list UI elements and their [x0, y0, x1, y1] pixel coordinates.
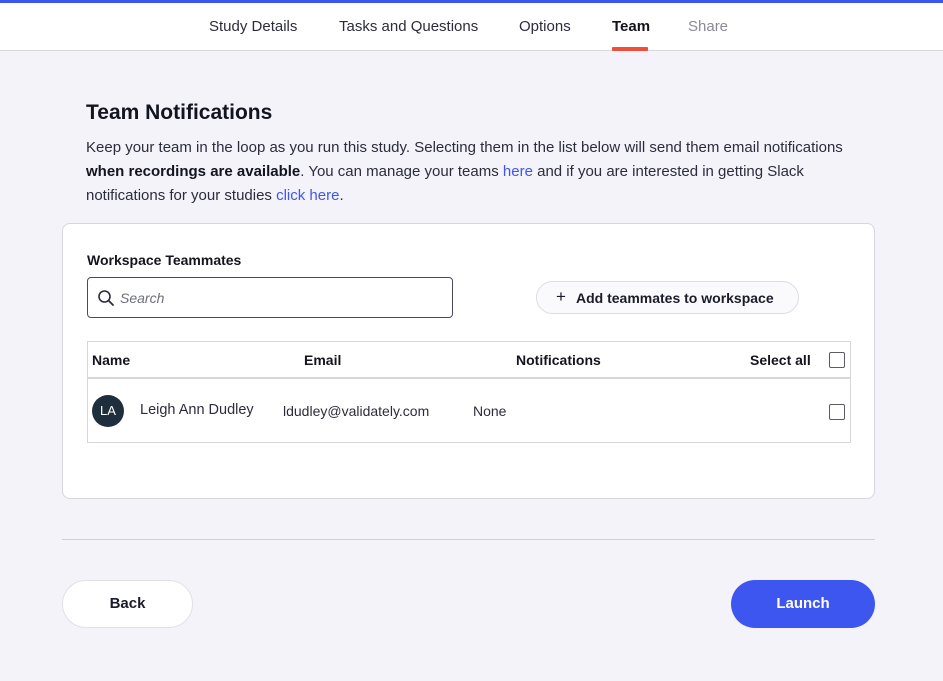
back-button[interactable]: Back [62, 580, 193, 628]
search-input[interactable] [120, 286, 440, 310]
intro-text-part: Keep your team in the loop as you run th… [86, 139, 843, 156]
workspace-teammates-label: Workspace Teammates [87, 252, 242, 268]
manage-teams-link[interactable]: here [503, 163, 533, 180]
teammate-email: ldudley@validately.com [283, 403, 430, 419]
tab-options[interactable]: Options [519, 18, 571, 35]
footer-divider [62, 539, 875, 540]
slack-notifications-link[interactable]: click here [276, 187, 339, 204]
intro-text-part: . You can manage your teams [300, 163, 503, 180]
intro-bold-text: when recordings are available [86, 163, 301, 180]
header-email: Email [304, 352, 342, 368]
workspace-teammates-card: Workspace Teammates + Add teammates to w… [62, 223, 875, 499]
header-select-all: Select all [750, 352, 811, 368]
active-tab-indicator [612, 47, 648, 51]
table-header: Name Email Notifications Select all [88, 342, 850, 379]
teammate-notifications: None [473, 403, 507, 419]
header-notifications: Notifications [516, 352, 601, 368]
tab-study-details[interactable]: Study Details [209, 18, 297, 35]
intro-text-end: . [339, 187, 344, 204]
top-navigation: Study Details Tasks and Questions Option… [0, 0, 943, 51]
intro-text: Keep your team in the loop as you run th… [86, 136, 876, 208]
header-name: Name [92, 352, 131, 368]
search-icon [98, 290, 114, 306]
search-box[interactable] [87, 277, 453, 318]
row-select-checkbox[interactable] [829, 404, 845, 420]
tab-tasks-and-questions[interactable]: Tasks and Questions [339, 18, 478, 35]
table-row: LA Leigh Ann Dudley ldudley@validately.c… [88, 381, 850, 443]
add-teammates-label: Add teammates to workspace [576, 290, 774, 306]
tab-team[interactable]: Team [612, 18, 650, 35]
tab-share[interactable]: Share [688, 18, 728, 35]
teammates-table: Name Email Notifications Select all LA L… [87, 341, 851, 443]
add-teammates-button[interactable]: + Add teammates to workspace [536, 281, 799, 314]
avatar: LA [92, 395, 124, 427]
select-all-checkbox[interactable] [829, 352, 845, 368]
launch-button[interactable]: Launch [731, 580, 875, 628]
plus-icon: + [556, 287, 566, 306]
teammate-name: Leigh Ann Dudley [140, 402, 254, 418]
page-title: Team Notifications [86, 101, 273, 124]
